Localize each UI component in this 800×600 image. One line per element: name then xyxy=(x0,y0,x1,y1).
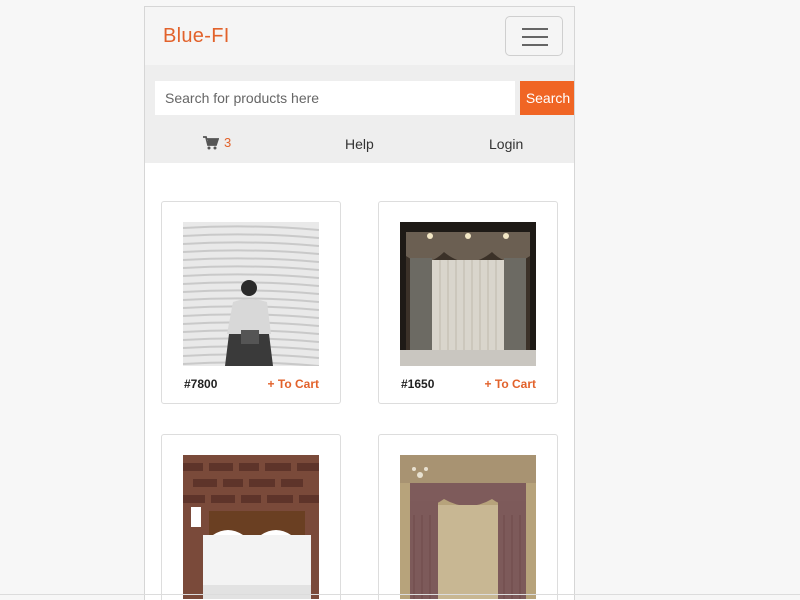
navbar: Blue-FI xyxy=(145,7,574,65)
viewport-bottom-edge xyxy=(0,594,800,595)
brand-logo[interactable]: Blue-FI xyxy=(163,25,230,48)
add-to-cart-link[interactable]: + To Cart xyxy=(485,377,536,391)
login-link[interactable]: Login xyxy=(489,136,523,152)
app-frame: Blue-FI Search 3 Help Login xyxy=(144,6,575,600)
search-input[interactable] xyxy=(155,81,515,115)
product-card[interactable] xyxy=(161,434,341,600)
product-image[interactable] xyxy=(183,455,319,599)
search-bar: Search xyxy=(145,65,574,127)
product-id: #7800 xyxy=(184,377,218,391)
cart-count: 3 xyxy=(224,135,232,150)
product-image[interactable] xyxy=(400,222,536,366)
product-card[interactable]: #1650 + To Cart xyxy=(378,201,558,404)
product-id: #1650 xyxy=(401,377,435,391)
cart-link[interactable]: 3 xyxy=(203,135,231,150)
product-image[interactable] xyxy=(183,222,319,366)
add-to-cart-link[interactable]: + To Cart xyxy=(268,377,319,391)
hamburger-menu-button[interactable] xyxy=(505,16,563,56)
search-button[interactable]: Search xyxy=(520,81,574,115)
menu-line xyxy=(522,44,548,46)
cart-icon xyxy=(203,135,219,149)
menu-line xyxy=(522,36,548,38)
product-card[interactable]: #7800 + To Cart xyxy=(161,201,341,404)
sub-navigation: 3 Help Login xyxy=(145,127,574,163)
menu-line xyxy=(522,28,548,30)
product-card[interactable] xyxy=(378,434,558,600)
help-link[interactable]: Help xyxy=(345,136,374,152)
product-image[interactable] xyxy=(400,455,536,599)
